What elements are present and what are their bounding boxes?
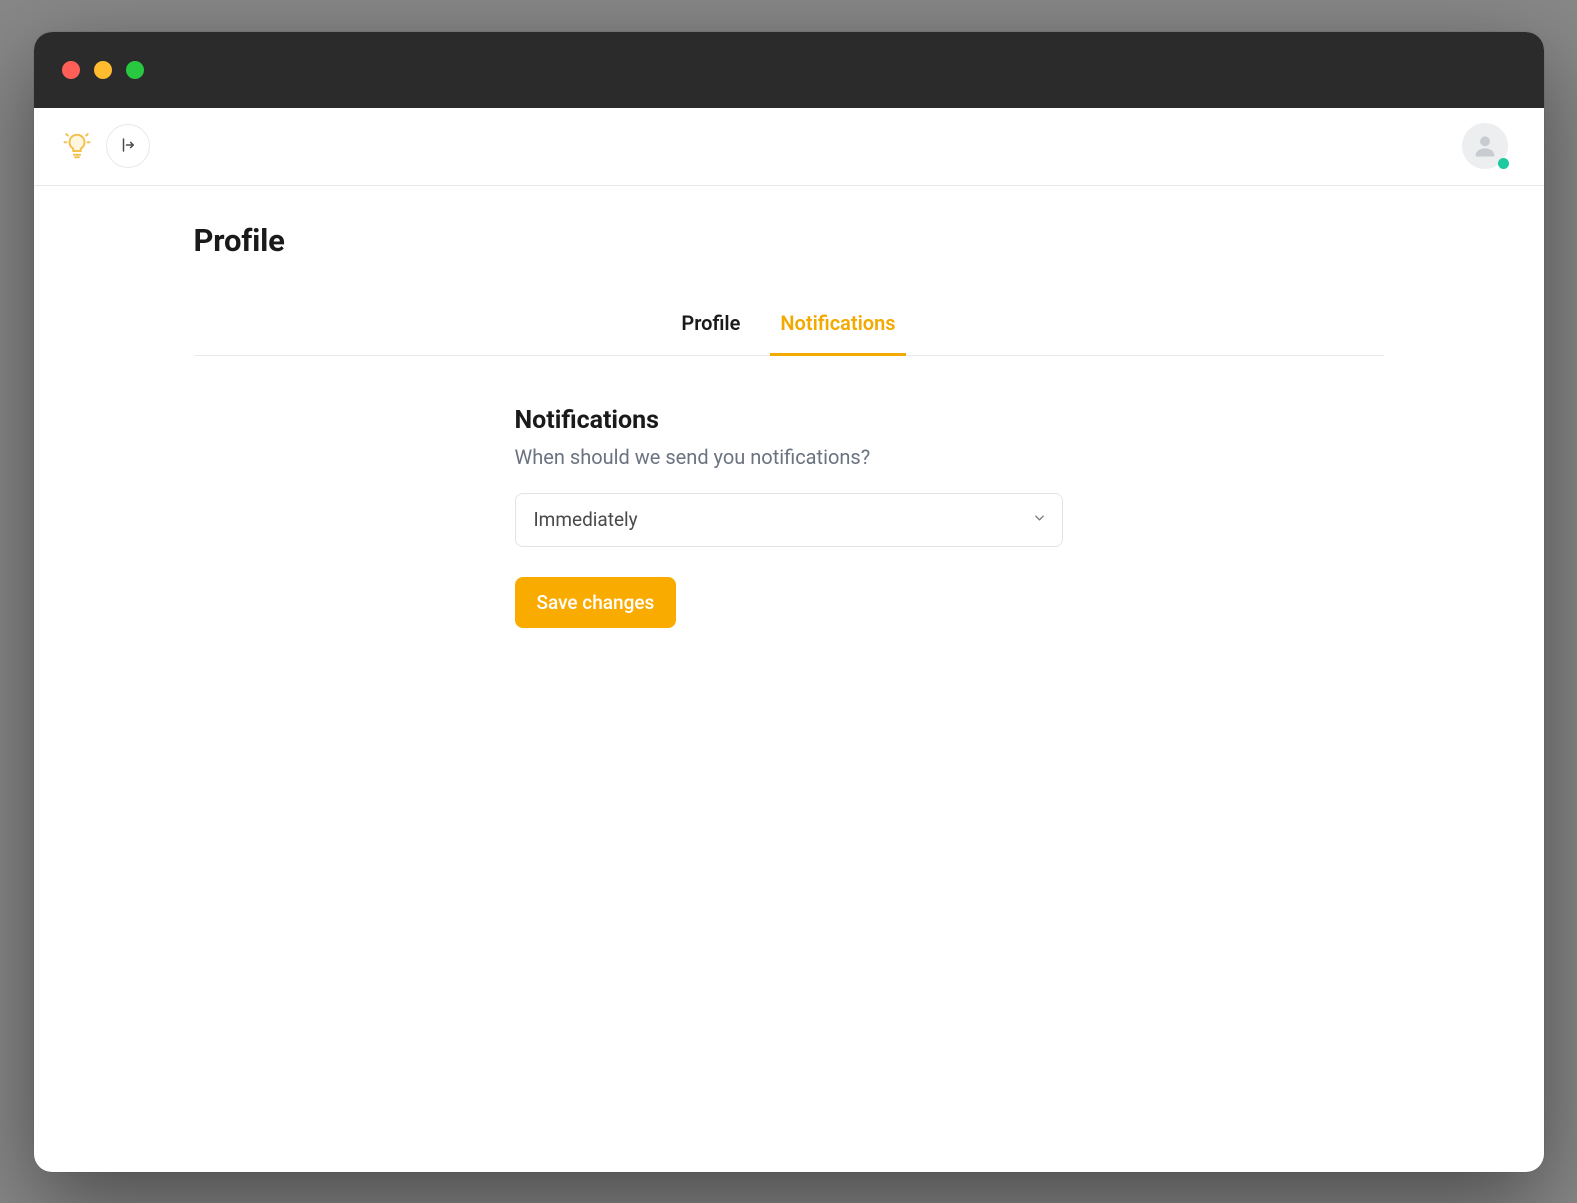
tab-profile[interactable]: Profile (671, 295, 750, 356)
notifications-section: Notifications When should we send you no… (515, 406, 1063, 628)
save-changes-button[interactable]: Save changes (515, 577, 677, 628)
app-window: Profile Profile Notifications Notificati… (34, 32, 1544, 1172)
tabs-bar: Profile Notifications (194, 295, 1384, 356)
window-titlebar (34, 32, 1544, 108)
tab-label: Notifications (780, 311, 895, 335)
notification-timing-select[interactable]: Immediately (515, 493, 1063, 547)
button-label: Save changes (537, 591, 655, 614)
lightbulb-icon[interactable] (62, 131, 92, 161)
window-close-button[interactable] (62, 61, 80, 79)
top-nav-left (62, 124, 150, 168)
page-title: Profile (194, 222, 1384, 259)
sidebar-toggle-button[interactable] (106, 124, 150, 168)
tab-notifications[interactable]: Notifications (770, 295, 905, 356)
section-title: Notifications (515, 406, 1063, 435)
notification-timing-select-wrap: Immediately (515, 493, 1063, 547)
online-status-dot (1498, 158, 1509, 169)
window-maximize-button[interactable] (126, 61, 144, 79)
tab-label: Profile (681, 311, 740, 335)
user-avatar[interactable] (1462, 123, 1508, 169)
sidebar-expand-icon (119, 136, 137, 157)
top-nav-bar (34, 108, 1544, 186)
section-description: When should we send you notifications? (515, 445, 1063, 469)
person-icon (1471, 132, 1499, 160)
window-minimize-button[interactable] (94, 61, 112, 79)
main-content: Profile Profile Notifications Notificati… (34, 186, 1544, 1172)
